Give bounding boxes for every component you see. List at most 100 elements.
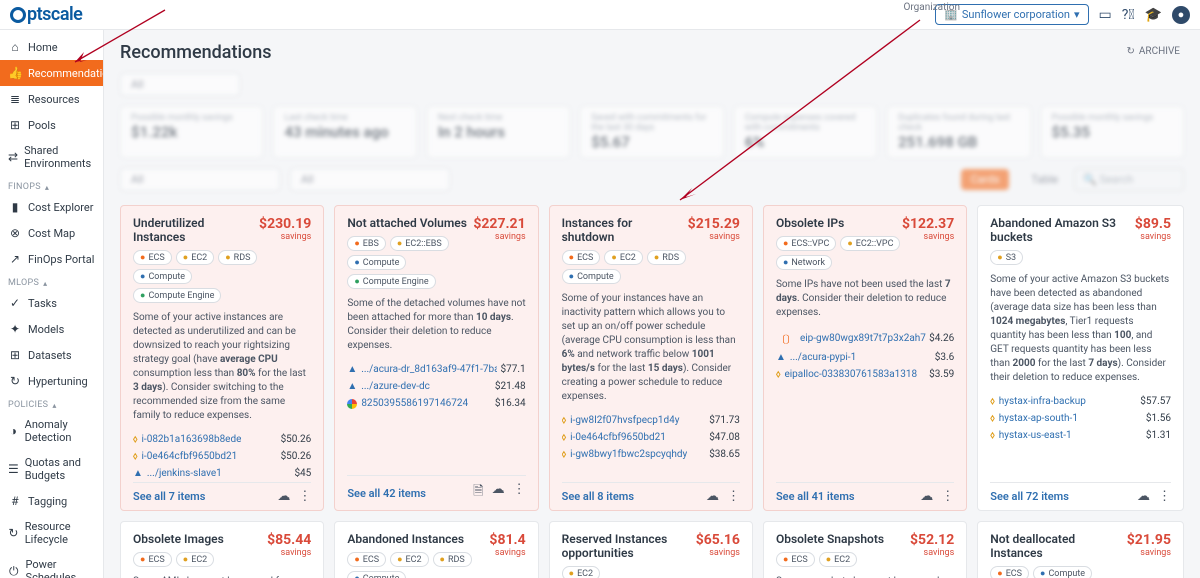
service-tag[interactable]: ● ECS — [347, 552, 386, 567]
service-tag[interactable]: ● EC2 — [562, 566, 600, 578]
resource-link[interactable]: 8250395586197146724 — [347, 398, 468, 409]
service-tag[interactable]: ● EC2 — [390, 552, 428, 567]
sidebar-item-recommendations[interactable]: 👍Recommendations — [0, 60, 103, 86]
resource-row[interactable]: ▲ .../acura-pypi-1 $3.6 — [776, 349, 954, 366]
help-icon[interactable]: ?⃣ — [1122, 7, 1135, 23]
resource-row[interactable]: ⬨ hystax-us-east-1 $1.31 — [990, 427, 1171, 444]
sidebar-item-hypertuning[interactable]: ↻Hypertuning — [0, 368, 103, 394]
more-icon[interactable]: ⋮ — [727, 489, 740, 504]
resource-link[interactable]: ⬨ i-gw8bwy1fbwc2spcyqhdy — [562, 449, 688, 460]
service-tag[interactable]: ● EC2 — [819, 552, 857, 567]
cloud-download-icon[interactable]: ☁︎ — [1137, 489, 1150, 504]
sidebar-group-finops[interactable]: FinOps — [0, 176, 103, 194]
recommendation-card[interactable]: Abandoned Amazon S3 buckets ● S3 $89.5 s… — [977, 205, 1184, 511]
sidebar-item-home[interactable]: ⌂Home — [0, 34, 103, 60]
resource-link[interactable]: ⬨ i-0e464cfbf9650bd21 — [562, 432, 666, 443]
resource-link[interactable]: ▲ .../acura-pypi-1 — [776, 352, 856, 363]
resource-row[interactable]: ▲ .../acura-dr_8d163af9-47f1-7ba1-ab0c-5… — [347, 361, 525, 378]
sidebar-item-pools[interactable]: ⊞Pools — [0, 112, 103, 138]
sidebar-item-models[interactable]: ✦Models — [0, 316, 103, 342]
recommendation-card[interactable]: Underutilized Instances ● ECS● EC2● RDS●… — [120, 205, 324, 511]
sidebar-item-tagging[interactable]: #Tagging — [0, 488, 103, 514]
cloud-download-icon[interactable]: ☁︎ — [277, 489, 290, 504]
see-all-link[interactable]: See all 42 items — [347, 487, 426, 500]
service-tag[interactable]: ● ECS — [133, 552, 172, 567]
resource-link[interactable]: ⬨ i-gw8I2f07hvsfpecp1d4y — [562, 415, 680, 426]
resource-row[interactable]: ⬨ hystax-ap-south-1 $1.56 — [990, 410, 1171, 427]
see-all-link[interactable]: See all 72 items — [990, 490, 1069, 503]
resource-row[interactable]: ⬨ i-gw8I2f07hvsfpecp1d4y $71.73 — [562, 412, 740, 429]
archive-link[interactable]: ↻ ARCHIVE — [1127, 46, 1181, 57]
service-tag[interactable]: ● RDS — [647, 250, 686, 265]
resource-link[interactable]: ▲ .../jenkins-slave1 — [133, 468, 222, 479]
more-icon[interactable]: ⋮ — [941, 489, 954, 504]
service-tag[interactable]: ● Compute — [133, 269, 192, 284]
resource-row[interactable]: ⬨ i-0e464cfbf9650bd21 $50.26 — [133, 448, 311, 465]
service-tag[interactable]: ● Compute Engine — [347, 274, 435, 289]
service-tag[interactable]: ● S3 — [990, 250, 1023, 265]
sidebar-item-shared-environments[interactable]: ⇄Shared Environments — [0, 138, 103, 176]
resource-row[interactable]: 8250395586197146724 $16.34 — [347, 395, 525, 412]
search-input[interactable]: 🔍 Search — [1074, 168, 1184, 191]
resource-row[interactable]: ▲ .../jenkins-slave1 $45 — [133, 465, 311, 482]
resource-row[interactable]: ⬨ i-gw8bwy1fbwc2spcyqhdy $38.65 — [562, 446, 740, 463]
resource-link[interactable]: ⬨ i-0e464cfbf9650bd21 — [133, 451, 237, 462]
resource-link[interactable]: ▲ .../acura-dr_8d163af9-47f1-7ba1-ab0c-5… — [347, 364, 497, 375]
sidebar-item-resource-lifecycle[interactable]: ↻Resource Lifecycle — [0, 514, 103, 552]
view-table[interactable]: Table — [1021, 169, 1068, 190]
cloud-download-icon[interactable]: ☁︎ — [920, 489, 933, 504]
recommendation-card[interactable]: Reserved Instances opportunities ● EC2 $… — [549, 521, 753, 578]
resource-link[interactable]: ⬨ hystax-infra-backup — [990, 396, 1086, 407]
view-cards[interactable]: Cards — [961, 169, 1010, 190]
more-icon[interactable]: ⋮ — [298, 489, 311, 504]
service-tag[interactable]: ● EC2 — [176, 250, 214, 265]
service-tag[interactable]: ● EC2 — [604, 250, 642, 265]
recommendation-card[interactable]: Not attached Volumes ● EBS● EC2::EBS● Co… — [334, 205, 538, 511]
recommendation-card[interactable]: Obsolete IPs ● ECS::VPC● EC2::VPC● Netwo… — [763, 205, 967, 511]
resource-link[interactable]: ▲ .../azure-dev-dc — [347, 381, 430, 392]
academy-icon[interactable]: 🎓 — [1145, 7, 1162, 23]
service-tag[interactable]: ● Compute — [1033, 566, 1092, 578]
service-tag[interactable]: ● Compute — [562, 269, 621, 284]
recommendation-card[interactable]: Not deallocated Instances ● ECS● Compute… — [977, 521, 1184, 578]
recommendation-card[interactable]: Obsolete Images ● ECS● EC2 $85.44 saving… — [120, 521, 324, 578]
service-tag[interactable]: ● ECS — [133, 250, 172, 265]
resource-link[interactable]: ⬨ i-082b1a163698b8ede — [133, 434, 241, 445]
more-icon[interactable]: ⋮ — [1158, 489, 1171, 504]
service-tag[interactable]: ● EC2::EBS — [390, 236, 449, 251]
sidebar-item-anomaly-detection[interactable]: ◑Anomaly Detection — [0, 412, 103, 450]
sidebar-item-resources[interactable]: ≣Resources — [0, 86, 103, 112]
service-tag[interactable]: ● ECS — [562, 250, 601, 265]
recommendation-card[interactable]: Abandoned Instances ● ECS● EC2● RDS● Com… — [334, 521, 538, 578]
service-tag[interactable]: ● EC2::VPC — [840, 236, 900, 251]
sidebar-group-policies[interactable]: Policies — [0, 394, 103, 412]
service-tag[interactable]: ● Compute — [347, 571, 406, 578]
sidebar-item-tasks[interactable]: ✓Tasks — [0, 290, 103, 316]
recommendation-card[interactable]: Obsolete Snapshots ● ECS● EC2 $52.12 sav… — [763, 521, 967, 578]
book-icon[interactable]: ▭ — [1099, 7, 1112, 23]
document-icon[interactable]: 🗎 — [473, 482, 483, 504]
service-tag[interactable]: ● ECS — [776, 552, 815, 567]
service-tag[interactable]: ● EBS — [347, 236, 386, 251]
service-tag[interactable]: ● RDS — [218, 250, 257, 265]
more-icon[interactable]: ⋮ — [513, 482, 526, 504]
service-tag[interactable]: ● EC2 — [176, 552, 214, 567]
service-tag[interactable]: ● Compute Engine — [133, 288, 221, 303]
sidebar-item-power-schedules[interactable]: ⏻Power Schedules — [0, 552, 103, 578]
logo[interactable]: ptscale — [10, 4, 82, 25]
sidebar-item-cost-explorer[interactable]: ▮Cost Explorer — [0, 194, 103, 220]
cloud-download-icon[interactable]: ☁︎ — [706, 489, 719, 504]
sidebar-item-cost-map[interactable]: ⊗Cost Map — [0, 220, 103, 246]
recommendation-card[interactable]: Instances for shutdown ● ECS● EC2● RDS● … — [549, 205, 753, 511]
user-avatar[interactable]: ● — [1172, 6, 1190, 24]
sidebar-item-finops-portal[interactable]: ↗FinOps Portal — [0, 246, 103, 272]
service-tag[interactable]: ● RDS — [433, 552, 472, 567]
resource-row[interactable]: ⬨ i-0e464cfbf9650bd21 $47.08 — [562, 429, 740, 446]
resource-link[interactable]: ⬨ eipalloc-033830761583a1318 — [776, 369, 917, 380]
resource-row[interactable]: ⬨ i-082b1a163698b8ede $50.26 — [133, 431, 311, 448]
see-all-link[interactable]: See all 8 items — [562, 490, 634, 503]
service-tag[interactable]: ● Network — [776, 255, 832, 270]
sidebar-group-mlops[interactable]: MLOps — [0, 272, 103, 290]
resource-link[interactable]: ⬨ hystax-us-east-1 — [990, 430, 1071, 441]
see-all-link[interactable]: See all 41 items — [776, 490, 855, 503]
